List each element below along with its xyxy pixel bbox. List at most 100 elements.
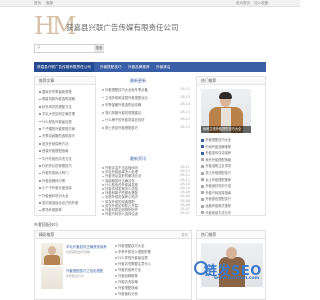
list-item[interactable]: 图库开学季最新穿搭: [39, 89, 72, 94]
feature-sub-2: 外套知识分享: [66, 274, 85, 278]
list-item[interactable]: 小个子外套长度选择: [39, 185, 72, 190]
hot-list-item[interactable]: 外套颜色搭配技巧: [201, 196, 231, 201]
hot-list-item[interactable]: 外套尺码选择指南: [201, 190, 231, 195]
hot-feature-caption[interactable]: 休闲立领外套搭配技巧大全: [201, 126, 251, 133]
article-date: 08-07: [180, 211, 190, 216]
bottom-list-item[interactable]: 外套搭配技巧大全: [115, 243, 189, 248]
nav-item-home[interactable]: 获嘉县兴联广告传媒有限责任公司: [34, 62, 94, 72]
list-item[interactable]: 什么颜色外套最百搭: [39, 119, 72, 124]
list-item[interactable]: 羊毛大衣如何正确打理: [39, 111, 75, 116]
hot-list-label: 男士外套搭配技巧: [205, 171, 232, 175]
hot-list-item[interactable]: 外套面料知识介绍: [201, 183, 231, 188]
rank-icon: [201, 178, 204, 182]
rank-icon: [201, 184, 204, 188]
hot-list-item[interactable]: 外套收纳方法分享: [201, 210, 231, 215]
topbar-link-sethome[interactable]: 设为首页: [236, 1, 250, 6]
list-item-label: 如何挑选适合自己的外套: [42, 201, 79, 205]
article-row[interactable]: 什么牌子的外套质量比较好 08-13: [102, 117, 190, 122]
nav-item-tips[interactable]: 外套搭配技巧: [100, 62, 122, 72]
hot-list-label: 外套搭配技巧大全: [205, 138, 232, 142]
list-item-label: 皮衣外套保养方法: [42, 141, 69, 146]
bottom-list-item[interactable]: 冬季外套怎么搭配好看: [115, 249, 189, 254]
bottom-list-item[interactable]: 什么样的外套最百搭: [115, 255, 189, 260]
article-title[interactable]: 外套搭配技巧大全秋冬季必备: [105, 88, 148, 92]
feature-title-1[interactable]: 羊毛外套如何正确清洗保养: [66, 244, 107, 249]
article-row[interactable]: 男士夹克外套搭配技巧 08-13: [102, 125, 190, 130]
hot-list-item[interactable]: 秋冬外套搭配指南: [201, 157, 231, 162]
article-title[interactable]: 什么牌子的外套质量比较好: [105, 118, 145, 122]
top-bar: 首页 客服 设为首页 加入收藏: [0, 0, 300, 7]
search-button[interactable]: 搜索: [94, 45, 104, 52]
bottom-list-item[interactable]: 外套清洗需要注意什么: [115, 261, 189, 266]
article-title[interactable]: 冬季保暖外套选购全攻略: [105, 103, 141, 107]
list-item[interactable]: 秋冬风衣的搭配方法: [39, 104, 72, 109]
bottom-list-item[interactable]: 外套搭配指南: [115, 285, 189, 290]
list-item[interactable]: 个子矮的外套穿搭方案: [39, 126, 75, 131]
hot-list-item[interactable]: 女士外套搭配推荐: [201, 177, 231, 182]
bottom-list-item[interactable]: 外套的保养方法: [115, 267, 189, 272]
list-item[interactable]: 外套品牌排行榜: [39, 178, 65, 183]
article-row[interactable]: 简约风格外套的穿搭建议 08-14: [102, 110, 190, 115]
bottom-recommend-title-text: 精彩推荐: [39, 232, 55, 237]
bottom-list-label: 外套面料分析: [118, 292, 138, 296]
rank-icon: [201, 151, 204, 155]
list-item[interactable]: 针织开衫的穿搭技巧: [39, 163, 72, 168]
hot-list-item[interactable]: 外套搭配技巧大全: [201, 137, 231, 142]
bullet-icon: [115, 269, 117, 271]
article-row[interactable]: 外套搭配技巧大全秋冬季必备 08-15: [102, 87, 190, 92]
site-logo[interactable]: HM: [34, 12, 76, 40]
list-item[interactable]: 外套的收纳小窍门: [39, 170, 68, 175]
recommend-panel: 推荐文章 图库开学季最新穿搭 明星同款外套选购攻略 秋冬风衣的搭配方法 羊毛大衣如何正…: [34, 76, 96, 216]
list-item[interactable]: 明星同款外套选购攻略: [39, 96, 75, 101]
article-title[interactable]: 简约风格外套的穿搭建议: [105, 111, 141, 115]
hot-list-item[interactable]: 时尚外套品牌推荐: [201, 144, 231, 149]
feature-title-2[interactable]: 外套搭配技巧之色彩搭配: [66, 268, 103, 273]
article-row[interactable]: 立领外套和连帽外套搭配对比 08-15: [102, 95, 190, 100]
list-item-label: 什么颜色外套最百搭: [42, 119, 72, 124]
list-item[interactable]: 冬季羽绒服的选购技巧: [39, 133, 75, 138]
bottom-list-label: 外套清洗需要注意什么: [118, 262, 151, 266]
list-item[interactable]: 皮衣外套保养方法: [39, 141, 68, 146]
list-item[interactable]: 外套面料知识大全: [39, 193, 68, 198]
list-item[interactable]: 职场外套推荐: [39, 207, 62, 212]
hot-feature-image[interactable]: 休闲立领外套搭配技巧大全: [201, 89, 251, 133]
hot-list-label: 时尚外套品牌推荐: [205, 144, 232, 149]
more-link[interactable]: 更多: [181, 231, 188, 239]
feature-thumb-1[interactable]: [41, 243, 63, 265]
list-item[interactable]: 牛仔外套的清洗方法: [39, 156, 72, 161]
bottom-list-label: 外套清洗攻略: [118, 280, 138, 284]
bottom-list-item[interactable]: 外套清洗攻略: [115, 279, 189, 284]
article-title[interactable]: 男士夹克外套搭配技巧: [105, 126, 138, 130]
list-item-label: 西装外套搭配指南: [42, 149, 69, 154]
article-title[interactable]: 立领外套和连帽外套搭配对比: [105, 96, 148, 100]
bullet-icon: [39, 157, 41, 160]
nav-item-brands[interactable]: 外套品牌推荐: [128, 62, 150, 72]
bullet-icon: [39, 98, 41, 101]
article-row[interactable]: 外套尺码怎么选择合适 08-07: [102, 211, 190, 216]
list-item-label: 冬季羽绒服的选购技巧: [42, 134, 75, 139]
rank-icon: [201, 211, 204, 215]
list-item[interactable]: 如何挑选适合自己的外套: [39, 200, 78, 205]
article-date: 08-13: [180, 117, 190, 122]
bottom-hot-title: 热门推荐: [197, 231, 265, 239]
bottom-list-item[interactable]: 外套面料分析: [115, 291, 189, 296]
bullet-icon: [39, 180, 41, 182]
hot-list-item[interactable]: 外套选购注意事项: [201, 163, 231, 168]
topbar-link-favorite[interactable]: 加入收藏: [254, 1, 268, 6]
hot-list-item[interactable]: 外套如何清洁保养: [201, 150, 231, 155]
article-date: 08-15: [180, 87, 190, 91]
bottom-list-item[interactable]: 外套品牌推荐: [115, 273, 189, 278]
hot-list-item[interactable]: 男士外套搭配技巧: [201, 170, 231, 175]
bullet-icon: [115, 263, 117, 265]
bottom-list-label: 外套搭配技巧大全: [118, 244, 145, 248]
topbar-link-service[interactable]: 客服: [46, 1, 53, 6]
feature-thumb-2[interactable]: [41, 267, 63, 289]
search-input[interactable]: [44, 46, 94, 52]
hot-list-item[interactable]: 经典外套款式推荐: [201, 203, 231, 208]
article-title[interactable]: 外套尺码怎么选择合适: [105, 212, 138, 216]
article-row[interactable]: 冬季保暖外套选购全攻略 08-14: [102, 102, 190, 107]
nav-item-cleaning[interactable]: 外套清洁: [156, 62, 170, 72]
list-item[interactable]: 西装外套搭配指南: [39, 148, 68, 153]
topbar-link-home[interactable]: 首页: [34, 1, 41, 6]
hot-list-label: 经典外套款式推荐: [205, 204, 232, 208]
